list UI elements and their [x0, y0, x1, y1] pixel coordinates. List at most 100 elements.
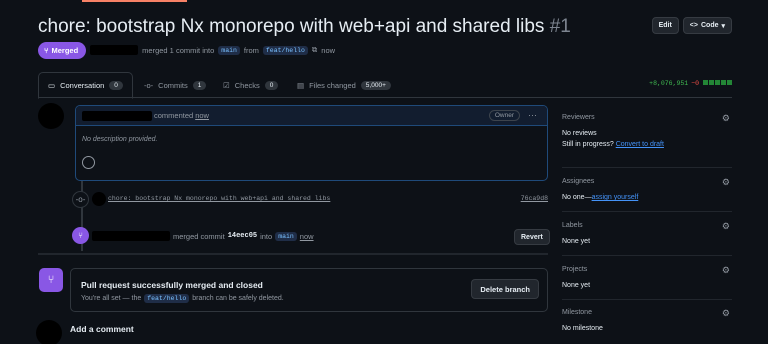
revert-button[interactable]: Revert	[514, 229, 550, 245]
labels-label: Labels	[562, 222, 583, 229]
git-merge-icon: ⑂	[39, 268, 63, 292]
commit-author-avatar[interactable]	[92, 192, 106, 206]
merge-icon: ⑂	[44, 45, 49, 55]
add-comment-heading: Add a comment	[70, 324, 134, 334]
tab-commits-label: Commits	[158, 80, 188, 90]
delete-branch-button[interactable]: Delete branch	[471, 279, 539, 299]
author-avatar[interactable]	[38, 103, 64, 129]
comment-header: commented now Owner ···	[76, 106, 547, 126]
comment-action: commented	[154, 111, 194, 120]
merge-event: merged commit 14eec05 into main now	[92, 231, 314, 241]
merge-into-text: into	[260, 231, 273, 241]
assign-yourself-link[interactable]: assign yourself	[592, 194, 639, 201]
merged-box-post: branch can be safely deleted.	[192, 295, 284, 302]
checklist-icon: ☑	[223, 80, 230, 90]
diffstat-bar	[702, 80, 732, 87]
from-text: from	[243, 45, 259, 55]
tab-files-changed-label: Files changed	[309, 80, 356, 90]
comment-body: No description provided.	[82, 136, 158, 143]
sidebar-separator	[562, 299, 732, 300]
merge-event-text: merged commit	[173, 231, 225, 241]
tab-checks-count: 0	[264, 80, 279, 90]
timeline-divider	[38, 253, 548, 255]
copy-icon[interactable]: ⧉	[312, 45, 317, 55]
deletions-count: −0	[691, 80, 699, 87]
redacted-comment-author	[82, 110, 152, 121]
pr-title-row: chore: bootstrap Nx monorepo with web+ap…	[38, 16, 732, 40]
merged-time: now	[321, 45, 336, 55]
tab-conversation-label: Conversation	[60, 81, 105, 90]
sidebar-milestone: Milestone ⚙ No milestone	[562, 308, 732, 332]
add-reaction-icon[interactable]	[82, 156, 95, 169]
code-button-label: Code	[700, 22, 719, 29]
edit-button[interactable]: Edit	[651, 17, 679, 34]
chevron-down-icon: ▾	[721, 22, 725, 30]
sidebar-reviewers: Reviewers ⚙ No reviews Still in progress?…	[562, 113, 732, 148]
merged-status-badge: ⑂ Merged	[38, 41, 87, 59]
tab-commits-count: 1	[192, 80, 207, 90]
merged-box-pre: You're all set — the	[81, 295, 142, 302]
sidebar-separator	[562, 255, 732, 256]
merge-time[interactable]: now	[300, 232, 314, 241]
gear-icon[interactable]: ⚙	[722, 221, 730, 232]
tab-conversation[interactable]: ▭ Conversation 0	[38, 72, 133, 99]
kebab-menu-icon[interactable]: ···	[528, 110, 537, 120]
merged-commits-text: merged 1 commit into	[142, 45, 215, 55]
comment-time[interactable]: now	[195, 111, 209, 120]
tab-checks-label: Checks	[234, 80, 260, 90]
gear-icon[interactable]: ⚙	[722, 265, 730, 276]
pr-tabs: ▭ Conversation 0 -o- Commits 1 ☑ Checks …	[38, 72, 732, 99]
base-branch[interactable]: main	[218, 45, 240, 55]
gear-icon[interactable]: ⚙	[722, 177, 730, 188]
milestone-value: No milestone	[562, 325, 603, 332]
commit-message[interactable]: chore: bootstrap Nx monorepo with web+ap…	[108, 195, 330, 202]
merged-box-title: Pull request successfully merged and clo…	[81, 280, 263, 290]
merged-box-branch[interactable]: feat/hello	[144, 294, 190, 303]
file-diff-icon: ▤	[297, 80, 305, 90]
diff-stat: +8,076,951 −0	[649, 80, 732, 87]
git-merge-icon: ⑂	[72, 227, 89, 244]
tab-commits[interactable]: -o- Commits 1	[135, 72, 215, 98]
reviewers-value: No reviews	[562, 130, 597, 137]
commit-sha[interactable]: 76ca9d8	[521, 195, 548, 202]
commit-icon: -o-	[72, 191, 89, 208]
current-user-avatar[interactable]	[36, 320, 62, 344]
reviewers-label: Reviewers	[562, 114, 595, 121]
pr-title-text: chore: bootstrap Nx monorepo with web+ap…	[38, 16, 545, 37]
tab-files-changed-count: 5,000+	[360, 80, 391, 90]
code-button[interactable]: <> Code ▾	[682, 17, 732, 34]
projects-label: Projects	[562, 266, 588, 273]
pr-title: chore: bootstrap Nx monorepo with web+ap…	[38, 16, 571, 38]
assignees-value: No one—assign yourself	[562, 194, 732, 201]
convert-to-draft-link[interactable]: Convert to draft	[616, 141, 664, 148]
commit-icon: -o-	[144, 80, 154, 90]
draft-prompt: Still in progress? Convert to draft	[562, 141, 732, 148]
assignees-none: No one—	[562, 194, 592, 201]
top-accent-bar	[82, 0, 187, 2]
conversation-icon: ▭	[48, 81, 56, 90]
pr-number: #1	[549, 16, 571, 37]
additions-count: +8,076,951	[649, 80, 689, 87]
assignees-label: Assignees	[562, 178, 595, 185]
labels-value: None yet	[562, 238, 591, 245]
gear-icon[interactable]: ⚙	[722, 113, 730, 124]
milestone-label: Milestone	[562, 309, 592, 316]
code-icon: <>	[689, 22, 698, 29]
owner-badge: Owner	[488, 110, 520, 121]
redacted-merger	[92, 231, 170, 241]
head-branch[interactable]: feat/hello	[262, 45, 308, 55]
tab-conversation-count: 0	[109, 81, 123, 90]
merge-base-branch[interactable]: main	[275, 231, 297, 241]
merged-status-label: Merged	[51, 45, 79, 55]
sidebar-separator	[562, 167, 732, 168]
comment-card: commented now Owner ··· No description p…	[75, 105, 548, 181]
redacted-username	[90, 45, 139, 55]
gear-icon[interactable]: ⚙	[722, 308, 730, 319]
sidebar-assignees: Assignees ⚙ No one—assign yourself	[562, 177, 732, 201]
draft-prompt-text: Still in progress?	[562, 141, 614, 148]
merged-box-subtitle: You're all set — the feat/hello branch c…	[81, 294, 284, 303]
merge-commit-sha[interactable]: 14eec05	[228, 232, 257, 240]
tab-checks[interactable]: ☑ Checks 0	[214, 72, 287, 98]
tab-files-changed[interactable]: ▤ Files changed 5,000+	[288, 72, 400, 98]
pr-meta: ⑂ Merged merged 1 commit into main from …	[38, 41, 336, 59]
